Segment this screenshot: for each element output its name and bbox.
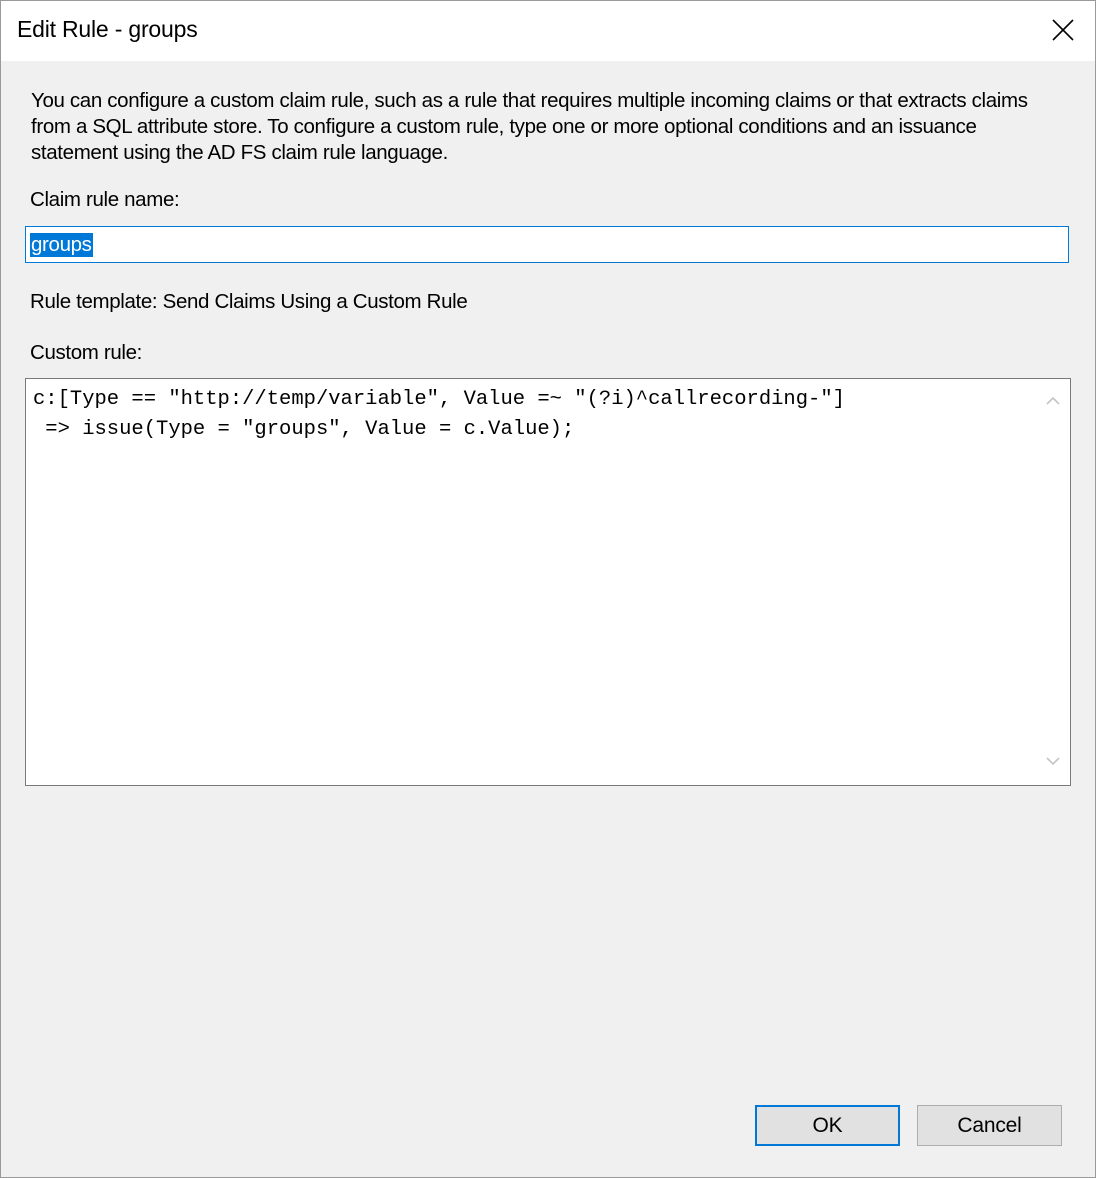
claim-rule-name-input[interactable]: groups <box>25 226 1069 263</box>
chevron-down-icon <box>1046 757 1060 766</box>
dialog-description: You can configure a custom claim rule, s… <box>31 89 1028 164</box>
close-icon <box>1052 19 1074 41</box>
window-title: Edit Rule - groups <box>17 16 198 42</box>
custom-rule-label: Custom rule: <box>30 341 143 364</box>
chevron-up-icon <box>1046 396 1060 405</box>
scroll-up-button[interactable] <box>1036 385 1070 419</box>
custom-rule-scrollbar[interactable] <box>1036 379 1070 785</box>
close-button[interactable] <box>1031 1 1095 61</box>
claim-rule-name-value: groups <box>30 233 93 257</box>
scroll-down-button[interactable] <box>1036 745 1070 779</box>
rule-template-text: Rule template: Send Claims Using a Custo… <box>30 290 468 313</box>
ok-button[interactable]: OK <box>755 1105 900 1146</box>
custom-rule-text: c:[Type == "http://temp/variable", Value… <box>33 388 845 441</box>
cancel-button[interactable]: Cancel <box>917 1105 1062 1146</box>
custom-rule-textarea[interactable]: c:[Type == "http://temp/variable", Value… <box>25 378 1071 786</box>
edit-rule-dialog: Edit Rule - groups You can configure a c… <box>0 0 1096 1178</box>
claim-rule-name-label: Claim rule name: <box>30 188 180 211</box>
title-bar: Edit Rule - groups <box>1 1 1095 61</box>
